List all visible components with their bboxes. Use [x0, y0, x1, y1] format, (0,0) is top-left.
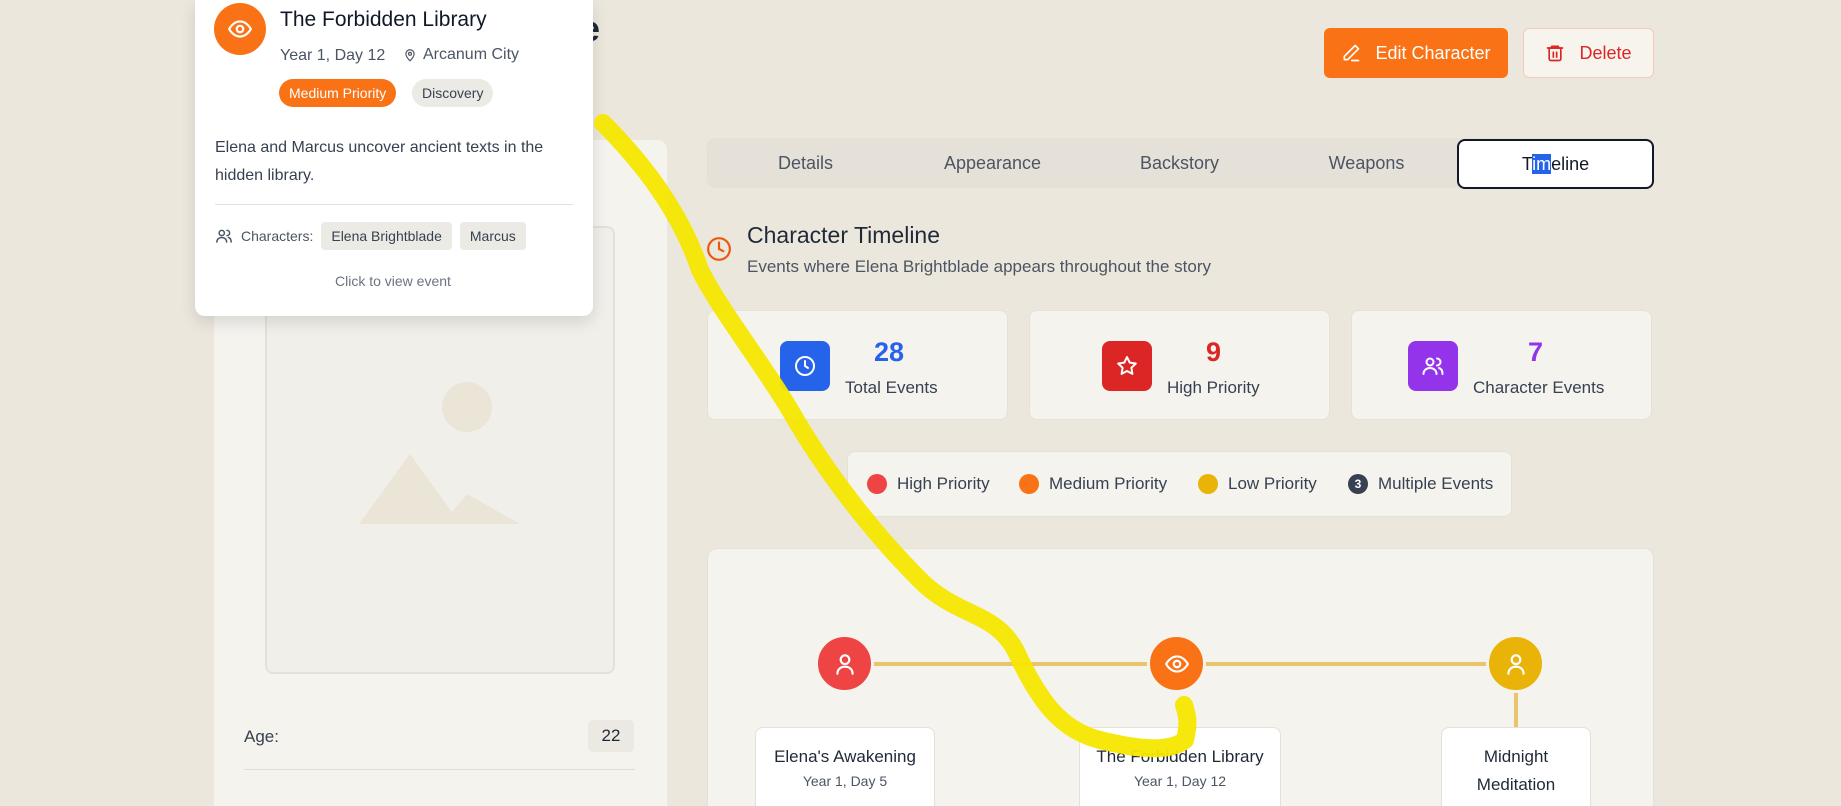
map-pin-icon: [405, 49, 415, 62]
age-label: Age:: [244, 727, 279, 746]
pencil-icon: [1343, 44, 1360, 62]
delete-label: Delete: [1579, 42, 1632, 63]
edit-character-button[interactable]: Edit Character: [1324, 28, 1508, 78]
stat-value: 9: [1206, 337, 1222, 367]
age-value: 22: [588, 720, 634, 752]
event-type-badge: Discovery: [412, 79, 494, 107]
timeline-subtitle: Events where Elena Brightblade appears t…: [747, 257, 1212, 276]
stat-label: Total Events: [845, 378, 938, 397]
tooltip-location: Arcanum City: [403, 46, 519, 64]
event-date: Year 1, Day 12: [1133, 773, 1227, 789]
stat-card-total-events: 28 Total Events: [707, 310, 1008, 420]
stat-value: 7: [1528, 337, 1544, 367]
event-title: The Forbidden Library: [1096, 747, 1264, 766]
stat-value: 28: [874, 337, 905, 367]
eye-icon: [1164, 654, 1189, 673]
legend-label: Multiple Events: [1378, 474, 1494, 493]
medium-priority-dot: [1019, 474, 1039, 494]
stat-label: High Priority: [1167, 378, 1260, 397]
legend-label: Medium Priority: [1049, 474, 1168, 493]
stat-card-high-priority: 9 High Priority: [1029, 310, 1330, 420]
tooltip-date: Year 1, Day 12: [280, 47, 386, 64]
tab-timeline-label: Timeline: [1521, 153, 1590, 174]
priority-badge: Medium Priority: [279, 79, 397, 107]
tab-timeline[interactable]: Timeline: [1457, 139, 1654, 189]
low-priority-dot: [1198, 474, 1218, 494]
users-icon: [216, 229, 232, 243]
tab-details[interactable]: Details: [707, 138, 904, 188]
divider: [215, 204, 573, 205]
clock-icon: [780, 341, 830, 391]
divider: [244, 769, 635, 770]
user-icon: [835, 653, 854, 675]
tooltip-location-text: Arcanum City: [423, 46, 520, 63]
characters-label: Characters:: [241, 228, 314, 244]
tab-backstory[interactable]: Backstory: [1081, 138, 1278, 188]
stat-card-character-events: 7 Character Events: [1351, 310, 1652, 420]
event-title: Midnight Meditation: [1442, 728, 1590, 799]
tab-appearance[interactable]: Appearance: [894, 138, 1091, 188]
timeline-node-elenas-awakening[interactable]: [815, 634, 874, 693]
legend-medium-priority: Medium Priority: [1019, 474, 1167, 494]
delete-button[interactable]: Delete: [1523, 28, 1654, 78]
event-title-line: Meditation: [1476, 775, 1556, 794]
event-title: Elena's Awakening: [774, 747, 916, 766]
character-chip[interactable]: Marcus: [459, 222, 526, 250]
tooltip-title: The Forbidden Library: [280, 8, 487, 31]
event-title-line: Midnight: [1483, 747, 1549, 766]
event-card-elenas-awakening[interactable]: Elena's Awakening Year 1, Day 5: [755, 727, 935, 806]
star-icon: [1102, 341, 1152, 391]
stat-label: Character Events: [1473, 378, 1605, 397]
tooltip-hint: Click to view event: [335, 273, 451, 289]
event-card-midnight-meditation[interactable]: Midnight Meditation: [1441, 727, 1591, 806]
event-date: Year 1, Day 5: [802, 773, 888, 789]
legend-multiple-events: 3 Multiple Events: [1348, 474, 1493, 494]
legend-label: Low Priority: [1228, 474, 1317, 493]
legend-low-priority: Low Priority: [1198, 474, 1317, 494]
high-priority-dot: [867, 474, 887, 494]
legend-high-priority: High Priority: [867, 474, 990, 494]
tooltip-characters: Characters: Elena Brightblade Marcus: [215, 222, 526, 250]
users-icon: [1408, 341, 1458, 391]
timeline-node-midnight-meditation[interactable]: [1486, 634, 1545, 693]
tab-weapons[interactable]: Weapons: [1268, 138, 1465, 188]
eye-icon: [227, 20, 253, 38]
timeline-title: Character Timeline: [747, 222, 941, 248]
clock-icon: [707, 237, 731, 261]
timeline-connector: [1514, 690, 1518, 730]
multiple-events-badge: 3: [1348, 474, 1368, 494]
legend-label: High Priority: [897, 474, 990, 493]
tooltip-description: Elena and Marcus uncover ancient texts i…: [215, 139, 544, 184]
edit-character-label: Edit Character: [1375, 42, 1491, 63]
event-card-forbidden-library[interactable]: The Forbidden Library Year 1, Day 12: [1079, 727, 1281, 806]
timeline-node-forbidden-library[interactable]: [1147, 634, 1206, 693]
character-chip[interactable]: Elena Brightblade: [321, 222, 452, 250]
user-icon: [1506, 653, 1525, 675]
trash-icon: [1547, 45, 1564, 62]
event-tooltip-icon: [214, 3, 266, 55]
